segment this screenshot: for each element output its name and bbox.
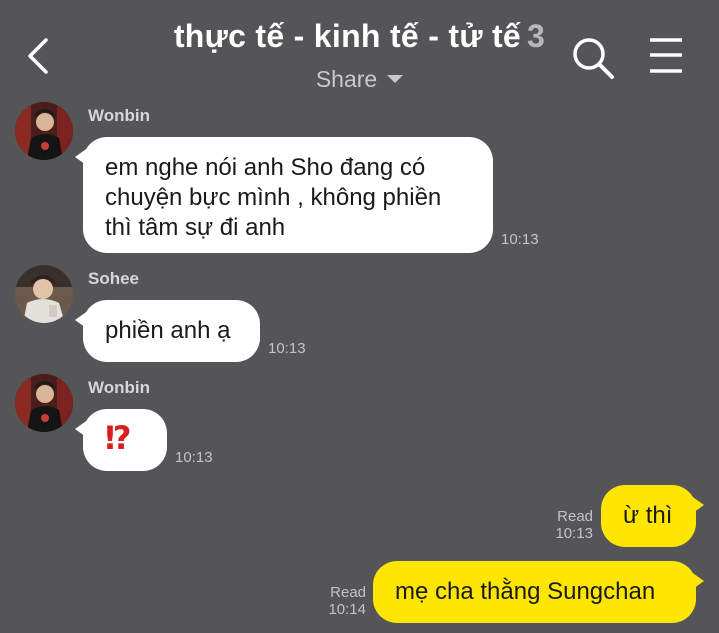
search-button[interactable] <box>570 35 616 81</box>
message-text: mẹ cha thằng Sungchan <box>395 578 656 605</box>
message-time: 10:13 <box>175 449 213 466</box>
avatar-sohee[interactable] <box>15 265 73 323</box>
message-text: phiền anh ạ <box>105 317 231 344</box>
read-label: Read <box>557 508 593 525</box>
message-time: 10:14 <box>328 601 366 618</box>
message-time: 10:13 <box>501 231 539 248</box>
read-label: Read <box>330 584 366 601</box>
avatar-image <box>15 102 73 160</box>
message-bubble[interactable]: ⁉ <box>75 409 167 471</box>
message-bubble[interactable]: ừ thì <box>601 485 704 547</box>
interrobang-emoji: ⁉ <box>105 420 131 456</box>
menu-button[interactable] <box>646 36 686 76</box>
avatar-image <box>15 374 73 432</box>
read-status: Read 10:14 <box>322 584 366 618</box>
message-time: 10:13 <box>555 525 593 542</box>
search-icon <box>573 38 614 79</box>
sender-name: Wonbin <box>88 106 150 125</box>
message-bubble[interactable]: em nghe nói anh Sho đang có chuyện bực m… <box>75 137 493 253</box>
sender-name: Wonbin <box>88 378 150 397</box>
message-text: em nghe nói anh Sho đang có chuyện bực m… <box>105 154 442 241</box>
message-bubble[interactable]: mẹ cha thằng Sungchan <box>373 561 704 623</box>
chat-header: thực tế - kinh tế - tử tế 3 Share <box>0 0 719 100</box>
chat-title-text: thực tế - kinh tế - tử tế <box>173 18 522 54</box>
message-text: ừ thì <box>623 502 673 529</box>
avatar-image <box>15 265 73 323</box>
read-status: Read 10:13 <box>549 508 593 542</box>
avatar-wonbin[interactable] <box>15 374 73 432</box>
menu-icon <box>650 38 682 73</box>
avatar-wonbin[interactable] <box>15 102 73 160</box>
message-time: 10:13 <box>268 340 306 357</box>
sender-name: Sohee <box>88 269 140 288</box>
message-bubble[interactable]: phiền anh ạ <box>75 300 260 362</box>
caret-down-icon <box>387 74 404 83</box>
share-label: Share <box>315 66 378 92</box>
member-count: 3 <box>527 18 546 54</box>
